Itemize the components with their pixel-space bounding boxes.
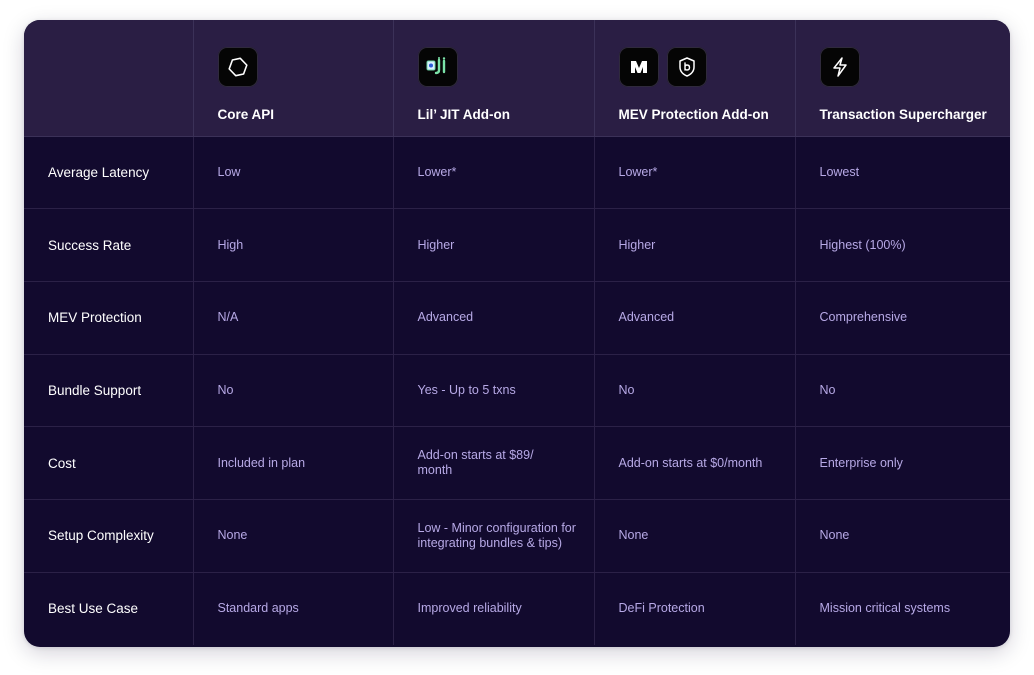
table-cell: Low <box>192 135 393 209</box>
header-core-api: Core API <box>192 20 393 137</box>
table-cell: High <box>192 208 393 282</box>
table-row: Setup Complexity None Low - Minor config… <box>24 498 1010 573</box>
table-cell: Higher <box>392 208 594 282</box>
table-row: Success Rate High Higher Higher Highest … <box>24 208 1010 282</box>
table-cell: Lower* <box>593 135 795 209</box>
column-title: Transaction Supercharger <box>819 107 987 122</box>
comparison-table: Core API Lil’ JIT Add-on MEV Protection … <box>24 20 1010 645</box>
table-cell: Standard apps <box>192 571 393 645</box>
table-cell: Yes - Up to 5 txns <box>392 353 594 427</box>
table-cell: DeFi Protection <box>593 571 795 645</box>
table-cell: Advanced <box>593 280 795 355</box>
m-logo-icon <box>618 47 659 87</box>
row-label: MEV Protection <box>24 280 193 355</box>
row-label: Setup Complexity <box>24 498 193 573</box>
table-cell: Add-on starts at $89/ month <box>392 426 594 500</box>
table-row: Best Use Case Standard apps Improved rel… <box>24 571 1010 645</box>
row-label: Success Rate <box>24 208 193 282</box>
header-empty-cell <box>24 20 193 137</box>
table-cell: None <box>593 498 795 573</box>
table-cell: No <box>593 353 795 427</box>
shield-b-icon <box>666 47 707 87</box>
hexagon-icon <box>217 47 258 87</box>
column-title: Lil’ JIT Add-on <box>417 107 511 122</box>
table-cell: Improved reliability <box>392 571 594 645</box>
table-row: Cost Included in plan Add-on starts at $… <box>24 426 1010 500</box>
table-cell: Lower* <box>392 135 594 209</box>
table-cell: Included in plan <box>192 426 393 500</box>
table-cell: Highest (100%) <box>794 208 1010 282</box>
header-mev-protection: MEV Protection Add-on <box>593 20 795 137</box>
table-cell: Low - Minor configuration for integratin… <box>392 498 594 573</box>
jit-logo-icon <box>417 47 458 87</box>
table-row: MEV Protection N/A Advanced Advanced Com… <box>24 280 1010 355</box>
table-row: Average Latency Low Lower* Lower* Lowest <box>24 135 1010 209</box>
table-cell: Enterprise only <box>794 426 1010 500</box>
table-cell: Higher <box>593 208 795 282</box>
column-title: Core API <box>217 107 275 122</box>
table-cell: No <box>794 353 1010 427</box>
table-cell: Advanced <box>392 280 594 355</box>
lightning-icon <box>819 47 860 87</box>
table-cell: No <box>192 353 393 427</box>
column-title: MEV Protection Add-on <box>618 107 769 122</box>
header-transaction-supercharger: Transaction Supercharger <box>794 20 1010 137</box>
table-row: Bundle Support No Yes - Up to 5 txns No … <box>24 353 1010 427</box>
row-label: Bundle Support <box>24 353 193 427</box>
table-header-row: Core API Lil’ JIT Add-on MEV Protection … <box>24 20 1010 137</box>
row-label: Cost <box>24 426 193 500</box>
table-cell: None <box>192 498 393 573</box>
table-cell: Mission critical systems <box>794 571 1010 645</box>
table-cell: Comprehensive <box>794 280 1010 355</box>
header-lil-jit: Lil’ JIT Add-on <box>392 20 594 137</box>
row-label: Best Use Case <box>24 571 193 645</box>
table-cell: Add-on starts at $0/month <box>593 426 795 500</box>
comparison-card: Core API Lil’ JIT Add-on MEV Protection … <box>24 20 1010 647</box>
table-cell: None <box>794 498 1010 573</box>
table-cell: N/A <box>192 280 393 355</box>
table-cell: Lowest <box>794 135 1010 209</box>
row-label: Average Latency <box>24 135 193 209</box>
